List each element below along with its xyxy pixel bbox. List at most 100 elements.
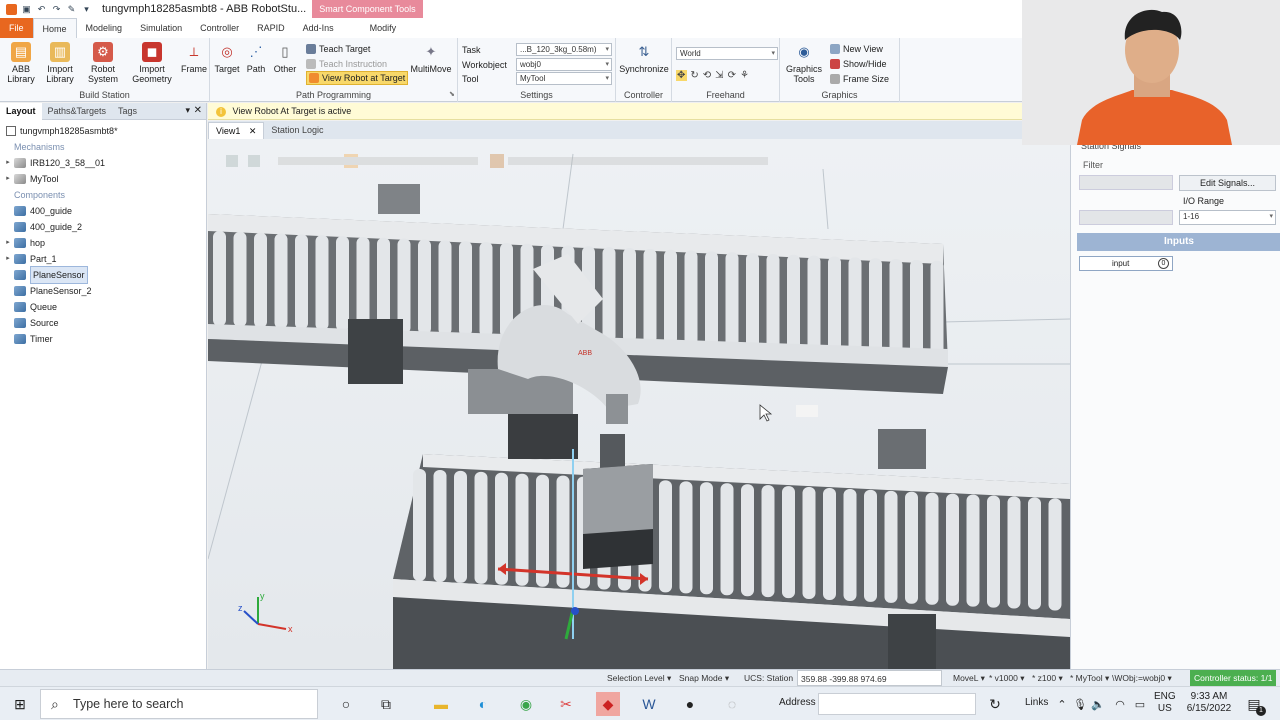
expand-icon[interactable]: ▸ (4, 155, 12, 171)
jog-joint-icon[interactable]: ⟲ (703, 70, 712, 81)
jog-icon[interactable]: ✥ (676, 69, 688, 81)
taskbar-search-input[interactable]: ⌕ Type here to search (40, 689, 318, 719)
show-hide-button[interactable]: Show/Hide (830, 57, 887, 71)
tab-view1[interactable]: View1 ✕ (208, 122, 265, 139)
frame-size-button[interactable]: Frame Size (830, 72, 889, 86)
motion-type-dropdown[interactable]: MoveL ▾ (953, 670, 985, 686)
tab-layout[interactable]: Layout (0, 102, 42, 120)
teach-instruction-button[interactable]: Teach Instruction (306, 57, 387, 71)
save-icon[interactable]: ▣ (21, 4, 32, 15)
expand-icon[interactable]: ▸ (4, 235, 12, 251)
tab-modeling[interactable]: Modeling (77, 18, 132, 38)
graphics-tools-button[interactable]: ◉ Graphics Tools (782, 42, 826, 84)
clock[interactable]: 9:33 AM 6/15/2022 (1184, 691, 1234, 715)
tree-item-robot[interactable]: ▸ IRB120_3_58__01 (0, 155, 206, 171)
close-tab-icon[interactable]: ✕ (249, 126, 257, 136)
tree-item-tool[interactable]: ▸ MyTool (0, 171, 206, 187)
customize-icon[interactable]: ▾ (81, 4, 92, 15)
chrome-icon[interactable]: ◉ (514, 692, 538, 716)
redo-icon[interactable]: ↷ (51, 4, 62, 15)
signal-type-select[interactable] (1079, 210, 1173, 225)
task-view-icon[interactable]: ⧉ (374, 692, 398, 716)
tab-add-ins[interactable]: Add-Ins (294, 18, 343, 38)
snap-mode-dropdown[interactable]: Snap Mode ▾ (679, 670, 729, 686)
robot-system-button[interactable]: ⚙ Robot System (84, 42, 122, 84)
robotstudio-taskbar-icon[interactable]: ◆ (596, 692, 620, 716)
snipping-tool-icon[interactable]: ✂ (554, 692, 578, 716)
zone-dropdown[interactable]: * z100 ▾ (1032, 670, 1063, 686)
battery-icon[interactable]: ▭ (1128, 692, 1152, 716)
wobj-dropdown[interactable]: \WObj:=wobj0 ▾ (1112, 670, 1172, 686)
tree-item-component[interactable]: ▸ Part_1 (0, 251, 206, 267)
tab-controller[interactable]: Controller (191, 18, 248, 38)
tree-item-component[interactable]: ▸ hop (0, 235, 206, 251)
import-geometry-button[interactable]: ◼ Import Geometry (128, 42, 176, 84)
controller-status[interactable]: Controller status: 1/1 (1190, 670, 1277, 686)
tab-paths-targets[interactable]: Paths&Targets (42, 103, 113, 120)
frame-button[interactable]: ⟂ Frame (180, 42, 208, 74)
multimove-button[interactable]: ✦ MultiMove (408, 42, 454, 74)
speed-dropdown[interactable]: * v1000 ▾ (989, 670, 1024, 686)
tree-item-component[interactable]: Source (0, 315, 206, 331)
close-icon[interactable]: ✕ (194, 105, 202, 116)
io-range-select[interactable]: 1-16 (1179, 210, 1276, 225)
synchronize-button[interactable]: ⇅ Synchronize (618, 42, 670, 74)
tool-select[interactable]: MyTool (516, 72, 612, 85)
multi-robot-jog-icon[interactable]: ⚘ (740, 70, 750, 81)
undo-icon[interactable]: ↶ (36, 4, 47, 15)
media-icon[interactable]: ● (678, 692, 702, 716)
tab-rapid[interactable]: RAPID (248, 18, 294, 38)
address-input[interactable] (818, 693, 976, 715)
import-library-button[interactable]: ▥ Import Library (42, 42, 78, 84)
view-robot-at-target-button[interactable]: View Robot at Target (306, 71, 409, 85)
jog-linear-icon[interactable]: ⇲ (715, 70, 724, 81)
ribbon-launcher-icon[interactable]: ⬊ (449, 90, 455, 98)
abb-library-button[interactable]: ▤ ABB Library (4, 42, 38, 84)
notification-icon[interactable]: ▤ 1 (1242, 692, 1266, 716)
tab-modify[interactable]: Modify (361, 18, 406, 38)
input-signal-row[interactable]: input 0 (1079, 256, 1173, 271)
cortana-icon[interactable]: ○ (334, 692, 358, 716)
clear-icon[interactable]: ✎ (66, 4, 77, 15)
target-button[interactable]: ◎ Target (214, 42, 240, 74)
jog-reorient-icon[interactable]: ⟳ (728, 70, 737, 81)
task-select[interactable]: ...B_120_3kg_0.58m) (516, 43, 612, 56)
tree-item-component[interactable]: PlaneSensor (0, 266, 206, 284)
tab-station-logic[interactable]: Station Logic (264, 122, 330, 139)
volume-icon[interactable]: 🔈 (1086, 692, 1110, 716)
expand-icon[interactable]: ▸ (4, 251, 12, 267)
teach-target-button[interactable]: Teach Target (306, 42, 370, 56)
tree-item-component[interactable]: PlaneSensor_2 (0, 283, 206, 299)
refresh-icon[interactable]: ↻ (983, 692, 1007, 716)
tree-root-station[interactable]: tungvmph18285asmbt8* (0, 123, 206, 139)
3d-viewport[interactable]: ABB x y z (208, 139, 1070, 669)
file-explorer-icon[interactable]: ▬ (429, 692, 453, 716)
filter-input[interactable] (1079, 175, 1173, 190)
selection-level-dropdown[interactable]: Selection Level ▾ (607, 670, 671, 686)
language-indicator[interactable]: ENG US (1154, 691, 1176, 715)
edit-signals-button[interactable]: Edit Signals... (1179, 175, 1276, 191)
workobject-select[interactable]: wobj0 (516, 58, 612, 71)
windows-start-icon[interactable]: ⊞ (8, 692, 32, 716)
new-view-button[interactable]: New View (830, 42, 883, 56)
edge-icon[interactable]: ◐ (471, 692, 495, 716)
other-button[interactable]: ▯ Other (272, 42, 298, 74)
tree-item-component[interactable]: Queue (0, 299, 206, 315)
tree-item-component[interactable]: 400_guide (0, 203, 206, 219)
context-tab-smart-component-tools[interactable]: Smart Component Tools (312, 0, 423, 18)
tree-item-component[interactable]: 400_guide_2 (0, 219, 206, 235)
rotate-icon[interactable]: ↻ (690, 70, 699, 81)
pin-dropdown-icon[interactable]: ▾ (185, 105, 190, 116)
tab-simulation[interactable]: Simulation (131, 18, 191, 38)
tab-tags[interactable]: Tags (112, 103, 143, 120)
input-value-toggle[interactable]: 0 (1158, 258, 1169, 269)
word-icon[interactable]: W (637, 692, 661, 716)
recorder-icon[interactable]: ◌ (720, 692, 744, 716)
expand-icon[interactable]: ▸ (4, 171, 12, 187)
reference-frame-select[interactable]: World (676, 47, 778, 60)
tab-file[interactable]: File (0, 18, 33, 38)
path-button[interactable]: ⋰ Path (244, 42, 268, 74)
tool-dropdown[interactable]: * MyTool ▾ (1070, 670, 1109, 686)
tab-home[interactable]: Home (32, 18, 77, 38)
tree-item-component[interactable]: Timer (0, 331, 206, 347)
